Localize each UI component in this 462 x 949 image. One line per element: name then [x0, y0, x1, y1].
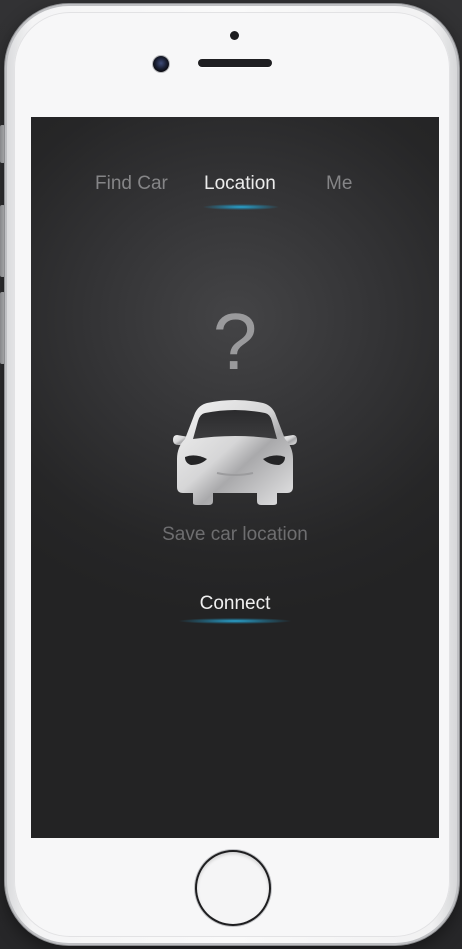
- tab-find-car[interactable]: Find Car: [95, 173, 168, 195]
- front-camera: [153, 56, 169, 72]
- connect-button[interactable]: Connect: [165, 589, 305, 631]
- car-front-icon: [173, 400, 297, 505]
- proximity-sensor: [230, 31, 239, 40]
- tab-bar: Find Car Location Me: [31, 173, 439, 213]
- app-screen: Find Car Location Me ? Save car location…: [31, 117, 439, 838]
- question-mark: ?: [212, 297, 258, 386]
- connect-glow: [179, 618, 291, 624]
- tab-me[interactable]: Me: [326, 173, 352, 195]
- tab-location[interactable]: Location: [204, 173, 276, 195]
- active-tab-indicator: [203, 204, 279, 210]
- home-button[interactable]: [197, 852, 269, 924]
- earpiece-speaker: [198, 59, 272, 67]
- save-car-location-text: Save car location: [162, 524, 308, 545]
- connect-label: Connect: [199, 593, 271, 614]
- stage: Find Car Location Me ? Save car location…: [0, 0, 462, 949]
